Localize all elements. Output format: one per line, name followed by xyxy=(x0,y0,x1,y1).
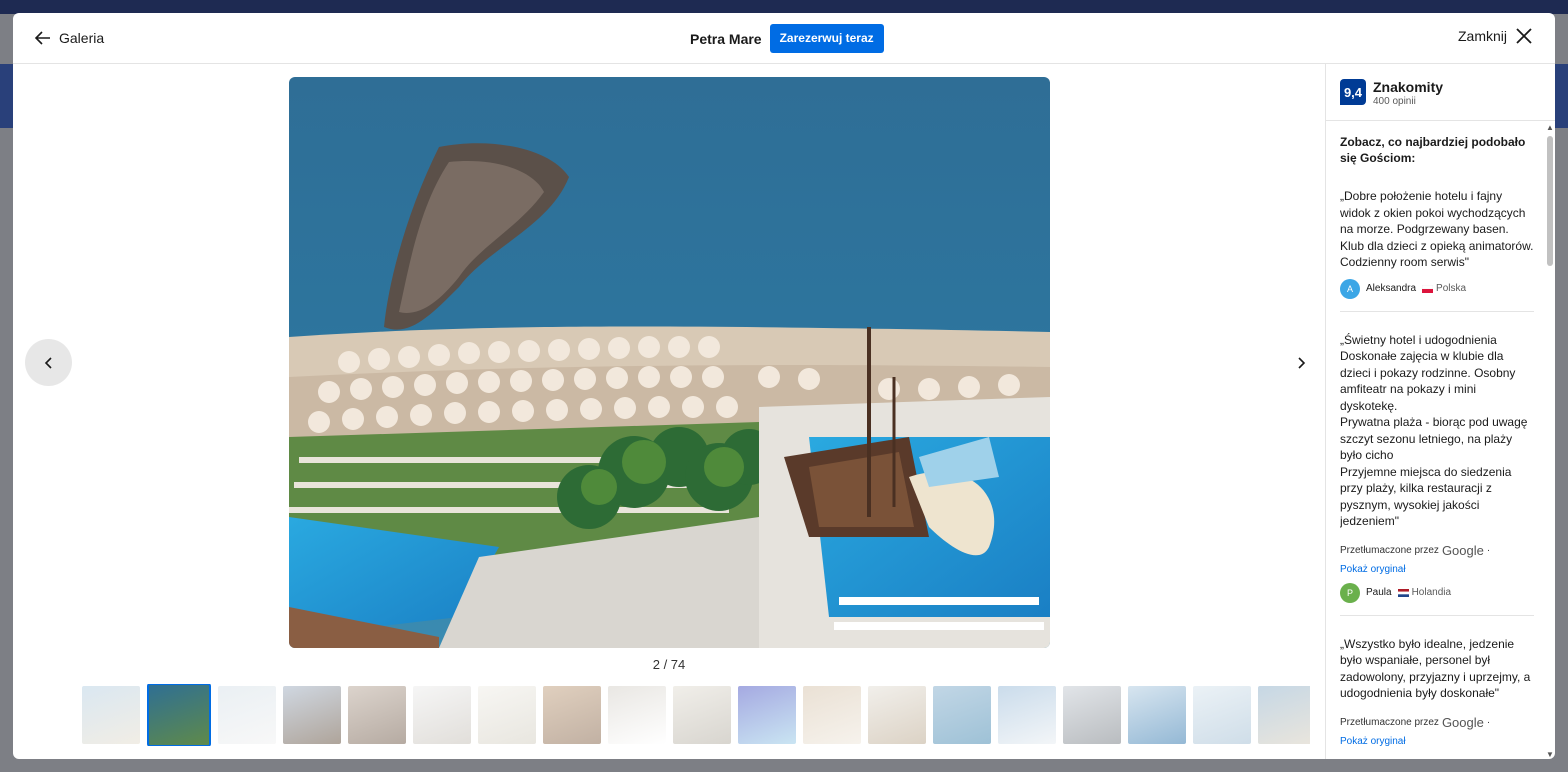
gallery-modal: Galeria Petra Mare Zarezerwuj teraz Zamk… xyxy=(13,13,1555,759)
book-now-button[interactable]: Zarezerwuj teraz xyxy=(769,24,884,53)
hotel-aerial-photo xyxy=(289,77,1050,648)
review-count: 400 opinii xyxy=(1373,96,1416,107)
avatar: P xyxy=(1340,582,1360,603)
reviews-list[interactable]: Zobacz, co najbardziej podobało się Gośc… xyxy=(1340,134,1534,754)
chevron-left-icon xyxy=(44,356,52,369)
review-card: „Świetny hotel i udogodnienia Doskonałe … xyxy=(1340,332,1534,616)
scroll-up-arrow-icon[interactable]: ▲ xyxy=(1546,124,1554,132)
thumbnail[interactable] xyxy=(147,684,211,746)
thumbnail[interactable] xyxy=(82,686,140,744)
photo-viewer: 2 / 74 xyxy=(13,64,1325,759)
review-author: P Paula Holandia xyxy=(1340,582,1534,603)
author-name: Paula xyxy=(1366,587,1392,598)
show-original-link[interactable]: Pokaż oryginał xyxy=(1340,564,1534,575)
thumbnail[interactable] xyxy=(478,686,536,744)
translated-by: Przetłumaczone przez Google · xyxy=(1340,714,1491,730)
thumbnail[interactable] xyxy=(1063,686,1121,744)
author-name: Aleksandra xyxy=(1366,283,1417,294)
scroll-down-arrow-icon[interactable]: ▼ xyxy=(1546,751,1554,759)
thumbnail[interactable] xyxy=(673,686,731,744)
thumbnail[interactable] xyxy=(998,686,1056,744)
thumbnail[interactable] xyxy=(218,686,276,744)
review-items: „Dobre położenie hotelu i fajny widok z … xyxy=(1340,188,1534,754)
modal-header: Galeria Petra Mare Zarezerwuj teraz Zamk… xyxy=(13,13,1555,64)
reviews-sidebar: 9,4 Znakomity 400 opinii Zobacz, co najb… xyxy=(1325,64,1555,759)
photo-counter: 2 / 74 xyxy=(652,657,686,672)
close-label: Zamknij xyxy=(1457,28,1507,44)
thumbnail-strip xyxy=(82,684,1310,746)
hotel-name: Petra Mare xyxy=(690,30,762,47)
main-photo xyxy=(289,77,1050,648)
close-icon xyxy=(1516,28,1532,44)
google-logo: Google xyxy=(1441,542,1484,558)
review-author: A Aleksandra Polska xyxy=(1340,278,1534,299)
score-label: Znakomity xyxy=(1373,79,1444,95)
previous-photo-button[interactable] xyxy=(25,339,72,386)
back-to-gallery-button[interactable]: Galeria xyxy=(33,27,104,49)
review-text: „Dobre położenie hotelu i fajny widok z … xyxy=(1340,189,1534,269)
review-card: „Wszystko było idealne, jedzenie było ws… xyxy=(1340,636,1534,755)
thumbnail[interactable] xyxy=(1128,686,1186,744)
reviews-heading: Zobacz, co najbardziej podobało się Gośc… xyxy=(1340,135,1526,165)
thumbnail[interactable] xyxy=(868,686,926,744)
title-group: Petra Mare Zarezerwuj teraz xyxy=(690,24,884,53)
show-original-link[interactable]: Pokaż oryginał xyxy=(1340,736,1534,747)
thumbnail[interactable] xyxy=(1258,686,1310,744)
background-top-bar xyxy=(0,0,1568,14)
score-badge: 9,4 xyxy=(1340,79,1366,105)
back-label: Galeria xyxy=(59,30,105,46)
review-text: „Świetny hotel i udogodnienia Doskonałe … xyxy=(1340,332,1528,529)
next-photo-button[interactable] xyxy=(1277,339,1324,386)
score-header: 9,4 Znakomity 400 opinii xyxy=(1326,64,1555,121)
thumbnail[interactable] xyxy=(1193,686,1251,744)
thumbnail[interactable] xyxy=(413,686,471,744)
review-card: „Dobre położenie hotelu i fajny widok z … xyxy=(1340,188,1534,312)
scroll-thumb[interactable] xyxy=(1547,136,1553,266)
author-country: Polska xyxy=(1422,283,1466,294)
chevron-right-icon xyxy=(1297,356,1305,369)
translated-by: Przetłumaczone przez Google · xyxy=(1340,542,1491,558)
thumbnail[interactable] xyxy=(543,686,601,744)
close-button[interactable]: Zamknij xyxy=(1458,27,1533,45)
thumbnail[interactable] xyxy=(803,686,861,744)
thumbnail[interactable] xyxy=(608,686,666,744)
google-logo: Google xyxy=(1441,714,1484,730)
thumbnail[interactable] xyxy=(738,686,796,744)
author-country: Holandia xyxy=(1397,587,1451,598)
reviews-scrollbar[interactable]: ▲ ▼ xyxy=(1545,124,1555,759)
review-text: „Wszystko było idealne, jedzenie było ws… xyxy=(1340,636,1531,701)
thumbnail[interactable] xyxy=(283,686,341,744)
avatar: A xyxy=(1340,278,1360,299)
arrow-left-icon xyxy=(34,31,50,45)
thumbnail[interactable] xyxy=(933,686,991,744)
thumbnail[interactable] xyxy=(348,686,406,744)
